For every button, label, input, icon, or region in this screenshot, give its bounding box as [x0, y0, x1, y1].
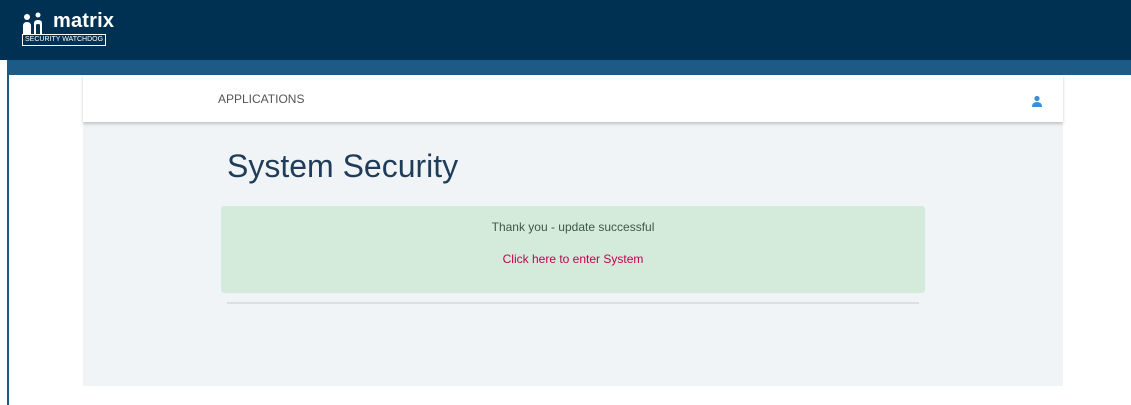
- applications-menu[interactable]: APPLICATIONS: [218, 92, 304, 106]
- page-title: System Security: [227, 148, 459, 184]
- logo-text: matrix: [53, 10, 115, 32]
- matrix-logo[interactable]: matrix SECURITY WATCHDOG: [18, 10, 118, 46]
- alert-message: Thank you - update successful: [491, 220, 655, 234]
- people-logo-icon: [23, 12, 42, 34]
- user-icon[interactable]: [1031, 95, 1043, 107]
- divider: [227, 302, 919, 304]
- success-alert: Thank you - update successful Click here…: [221, 206, 925, 293]
- applications-nav-bar: APPLICATIONS: [83, 75, 1063, 122]
- left-border-line: [7, 60, 9, 405]
- top-header-bar: matrix SECURITY WATCHDOG: [0, 0, 1131, 60]
- enter-system-link[interactable]: Click here to enter System: [221, 252, 925, 266]
- header-accent-strip: [0, 60, 1131, 75]
- logo-subtext: SECURITY WATCHDOG: [22, 34, 107, 46]
